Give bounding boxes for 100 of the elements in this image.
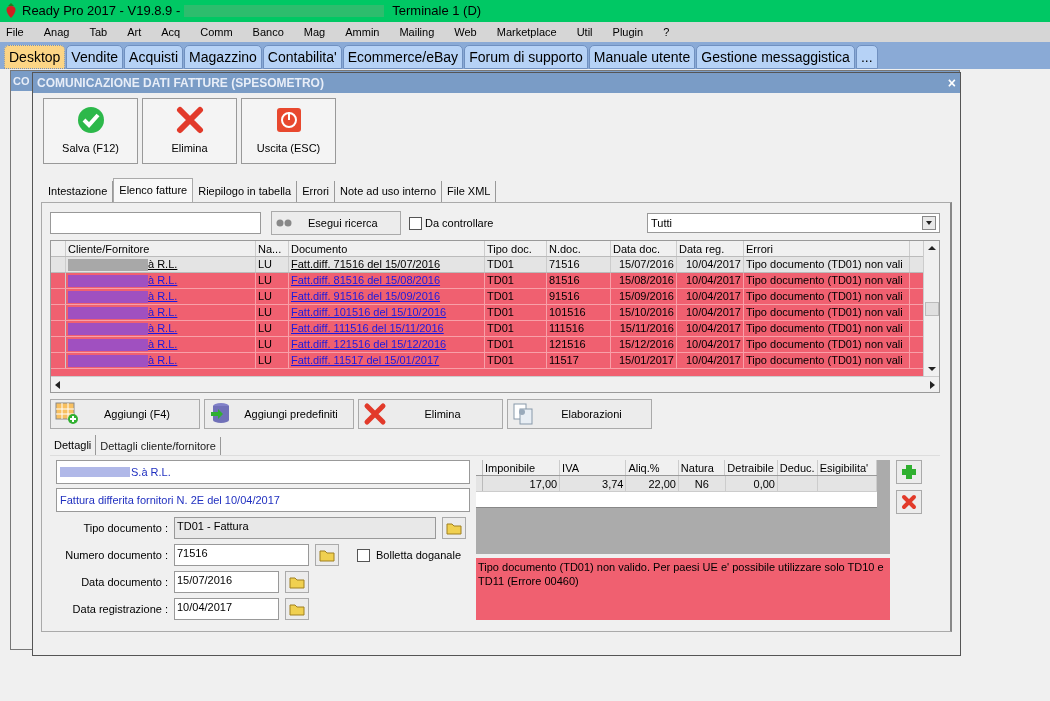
tab[interactable]: Dettagli cliente/fornitore — [96, 437, 221, 455]
horizontal-scrollbar[interactable] — [51, 376, 939, 392]
table-cell: TD01 — [487, 289, 514, 304]
arrow-right-icon — [927, 379, 937, 390]
table-cell: 10/04/2017 — [685, 305, 741, 320]
checkbox[interactable] — [357, 548, 370, 562]
action-button[interactable]: Elimina — [358, 399, 503, 429]
description-field[interactable]: Fattura differita fornitori N. 2E del 10/04/2017 — [56, 488, 470, 512]
action-button[interactable]: Aggiungi predefiniti — [204, 399, 354, 429]
main-tab[interactable]: Desktop — [4, 45, 66, 69]
folder-button[interactable] — [315, 544, 339, 566]
table-cell: 111516 — [549, 321, 585, 336]
menu-item[interactable]: Banco — [252, 23, 284, 41]
table-cell: 10/04/2017 — [685, 273, 741, 288]
menu-item[interactable]: Util — [576, 23, 593, 41]
menu-item[interactable]: ? — [663, 23, 670, 41]
column-header[interactable]: Cliente/Fornitore — [66, 241, 256, 256]
main-tab[interactable]: Forum di supporto — [464, 45, 588, 69]
column-header[interactable]: Na... — [256, 241, 289, 256]
menu-item[interactable]: Plugin — [612, 23, 644, 41]
column-header[interactable]: Natura — [678, 460, 726, 475]
menu-item[interactable]: Mailing — [399, 23, 435, 41]
main-tab[interactable]: Ecommerce/eBay — [342, 45, 464, 69]
table-cell: 0,00 — [725, 476, 778, 491]
table-cell: LU — [258, 337, 273, 352]
column-header[interactable]: Detraibile — [725, 460, 778, 475]
menu-item[interactable]: Ammin — [345, 23, 380, 41]
client-field[interactable]: S.à R.L. — [56, 460, 470, 484]
column-header[interactable]: Imponibile — [482, 460, 561, 475]
main-tab[interactable]: Contabilita' — [262, 45, 342, 69]
main-tab[interactable]: Manuale utente — [588, 45, 696, 69]
cross-icon — [363, 402, 387, 426]
folder-button[interactable] — [285, 571, 309, 593]
table-cell: 15/11/2016 — [619, 321, 674, 336]
search-field[interactable] — [50, 212, 261, 234]
main-tab[interactable]: Acquisti — [124, 45, 184, 69]
table-cell: 81516 — [549, 273, 580, 288]
table-cell: Tipo documento (TD01) non vali — [746, 273, 903, 288]
toolbar-button[interactable]: Uscita (ESC) — [241, 98, 336, 164]
column-header[interactable]: IVA — [560, 460, 627, 475]
main-tab[interactable]: ... — [855, 45, 878, 69]
input-field: TD01 - Fattura — [174, 517, 436, 539]
action-button[interactable]: Aggiungi (F4) — [50, 399, 200, 429]
grid-plus-icon — [55, 402, 79, 426]
window-title: Ready Pro 2017 - V19.8.9 - — [22, 2, 181, 21]
filter-dropdown[interactable]: Tutti — [647, 213, 940, 233]
field-label: Data documento : — [80, 574, 168, 590]
menu-item[interactable]: Comm — [200, 23, 233, 41]
menu-item[interactable]: File — [6, 23, 24, 41]
table-link[interactable]: à R.L. — [148, 257, 178, 272]
folder-icon — [319, 548, 335, 562]
menu-item[interactable]: Mag — [303, 23, 326, 41]
table-cell: 15/10/2016 — [618, 305, 674, 320]
table-cell: 11517 — [549, 353, 579, 368]
checkbox[interactable] — [409, 216, 422, 230]
table-cell: 22,00 — [626, 476, 679, 491]
table-link[interactable]: Fatt.diff. 71516 del 15/07/2016 — [291, 257, 441, 272]
table-cell: 15/09/2016 — [618, 289, 674, 304]
scroll-thumb[interactable] — [924, 301, 939, 316]
menu-item[interactable]: Tab — [89, 23, 108, 41]
menu-item[interactable]: Art — [127, 23, 142, 41]
main-tab[interactable]: Gestione messaggistica — [696, 45, 855, 69]
main-tab[interactable]: Magazzino — [184, 45, 262, 69]
column-header[interactable]: Aliq.% — [626, 460, 679, 475]
column-header[interactable]: Deduc. — [777, 460, 818, 475]
menu-item[interactable]: Web — [454, 23, 477, 41]
table-cell: 10/04/2017 — [685, 289, 741, 304]
table-cell: 10/04/2017 — [685, 337, 741, 352]
tab[interactable]: Dettagli — [50, 435, 97, 455]
vertical-scrollbar[interactable] — [923, 241, 939, 376]
field-label: Tipo documento : — [82, 520, 168, 536]
strawberry-icon — [4, 3, 18, 19]
column-header[interactable]: Documento — [289, 241, 485, 256]
column-header[interactable]: Data reg. — [677, 241, 744, 256]
caret-icon — [922, 216, 936, 230]
column-header[interactable]: N.doc. — [547, 241, 611, 256]
input-field[interactable]: 71516 — [174, 544, 309, 566]
menu-item[interactable]: Marketplace — [496, 23, 557, 41]
cross-icon — [175, 105, 204, 134]
input-field[interactable]: 10/04/2017 — [174, 598, 279, 620]
search-button[interactable]: Esegui ricerca — [271, 211, 401, 235]
column-header[interactable]: Esigibilita' — [817, 460, 877, 475]
folder-icon — [289, 602, 305, 616]
delete-button[interactable] — [896, 490, 922, 514]
tab[interactable]: Elenco fatture — [113, 178, 194, 202]
input-field[interactable]: 15/07/2016 — [174, 571, 279, 593]
toolbar-button[interactable]: Elimina — [142, 98, 237, 164]
menu-item[interactable]: Acq — [161, 23, 181, 41]
table-cell: TD01 — [487, 257, 514, 272]
column-header[interactable]: Tipo doc. — [485, 241, 547, 256]
add-button[interactable] — [896, 460, 922, 484]
main-tab[interactable]: Vendite — [66, 45, 124, 69]
folder-button[interactable] — [442, 517, 466, 539]
table-row[interactable]: à R.L. LU Fatt.diff. 71516 del 15/07/2016 TD01 71516 15/07/2016 10/04/2017 Tipo documento (TD01) non vali — [51, 257, 923, 273]
column-header[interactable]: Data doc. — [611, 241, 677, 256]
menu-item[interactable]: Anag — [43, 23, 70, 41]
toolbar-button[interactable]: Salva (F12) — [43, 98, 138, 164]
folder-button[interactable] — [285, 598, 309, 620]
column-header[interactable]: Errori — [744, 241, 910, 256]
action-button[interactable]: Elaborazioni — [507, 399, 652, 429]
